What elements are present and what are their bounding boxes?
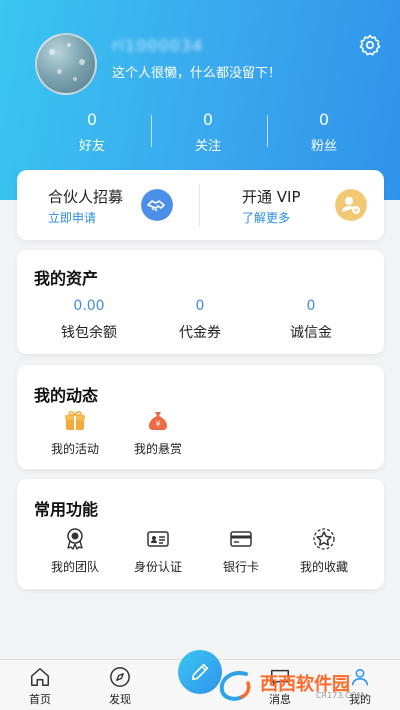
tab-home[interactable]: 首页: [10, 666, 70, 707]
partner-title: 合伙人招募: [48, 188, 124, 206]
svg-text:¥: ¥: [155, 420, 160, 429]
partner-apply-link: 立即申请: [48, 211, 97, 225]
bank-card-button[interactable]: 银行卡: [201, 527, 281, 575]
tile-label: 我的活动: [50, 442, 99, 456]
avatar-texture: [57, 69, 62, 74]
tile-label: 身份认证: [133, 560, 182, 574]
stat-label: 好友: [78, 139, 105, 154]
vip-open-button[interactable]: 开通 VIP 了解更多: [200, 170, 384, 240]
vip-learn-more-link: 了解更多: [242, 211, 291, 225]
asset-value: 0: [195, 298, 205, 314]
my-bounty-button[interactable]: ¥ 我的悬赏: [118, 409, 198, 457]
tile-label: 我的收藏: [299, 560, 348, 574]
compass-icon: [110, 667, 130, 687]
badge-icon: [67, 528, 83, 550]
avatar-texture: [49, 49, 55, 55]
watermark-logo: 西西软件园 CR173.COM: [216, 668, 382, 704]
asset-label: 钱包余额: [61, 325, 117, 341]
stat-fans[interactable]: 0 粉丝: [264, 110, 384, 154]
stat-value: 0: [86, 110, 98, 129]
asset-value: 0.00: [73, 298, 105, 314]
avatar-texture: [67, 43, 71, 47]
tab-discover[interactable]: 发现: [90, 666, 150, 707]
assets-card: 我的资产 0.00 钱包余额 0 代金券 0 诚信金: [17, 250, 384, 354]
tab-label: 首页: [29, 693, 51, 706]
watermark-url: CR173.COM: [316, 691, 364, 700]
partner-recruit-button[interactable]: 合伙人招募 立即申请: [17, 170, 199, 240]
my-favorites-button[interactable]: 我的收藏: [284, 527, 364, 575]
handshake-icon: [141, 189, 173, 221]
home-icon: [31, 668, 49, 686]
stat-value: 0: [202, 110, 214, 129]
functions-title: 常用功能: [34, 500, 99, 519]
asset-value: 0: [306, 298, 316, 314]
pencil-icon: [191, 663, 209, 681]
watermark-swirl-icon: [219, 671, 251, 701]
functions-card: 常用功能 我的团队 身份认证 银行卡 我的收藏: [17, 479, 384, 589]
id-card-icon: [147, 531, 169, 547]
asset-label: 代金券: [179, 325, 221, 341]
avatar-texture: [73, 77, 77, 81]
stat-following[interactable]: 0 关注: [148, 110, 268, 154]
stat-value: 0: [318, 110, 330, 129]
vip-title: 开通 VIP: [242, 188, 301, 206]
voucher[interactable]: 0 代金券: [145, 298, 255, 342]
activity-title: 我的动态: [34, 386, 99, 405]
bank-card-icon: [230, 531, 252, 547]
promo-card: 合伙人招募 立即申请 开通 VIP 了解更多: [17, 170, 384, 240]
my-activity-button[interactable]: 我的活动: [35, 409, 115, 457]
star-icon: [313, 528, 335, 550]
tab-label: 发现: [109, 693, 131, 706]
money-bag-icon: ¥: [149, 412, 167, 430]
vip-user-icon: [335, 189, 367, 221]
gift-icon: [65, 411, 85, 430]
stat-friends[interactable]: 0 好友: [32, 110, 152, 154]
stat-label: 粉丝: [310, 139, 337, 154]
stats-row: 0 好友 0 关注 0 粉丝: [0, 110, 400, 160]
identity-verify-button[interactable]: 身份认证: [118, 527, 198, 575]
my-team-button[interactable]: 我的团队: [35, 527, 115, 575]
tile-label: 银行卡: [222, 560, 259, 574]
avatar[interactable]: [35, 33, 97, 95]
assets-title: 我的资产: [34, 269, 99, 288]
profile-bio: 这个人很懒，什么都没留下！: [112, 66, 282, 81]
username: rl1000034: [112, 36, 204, 55]
stat-label: 关注: [194, 139, 221, 154]
avatar-texture: [79, 59, 85, 65]
tile-label: 我的悬赏: [133, 442, 182, 456]
tile-label: 我的团队: [50, 560, 99, 574]
credit-deposit[interactable]: 0 诚信金: [256, 298, 366, 342]
gear-icon[interactable]: [358, 33, 382, 57]
activity-card: 我的动态 我的活动 ¥ 我的悬赏: [17, 365, 384, 469]
asset-label: 诚信金: [290, 325, 332, 341]
wallet-balance[interactable]: 0.00 钱包余额: [34, 298, 144, 342]
